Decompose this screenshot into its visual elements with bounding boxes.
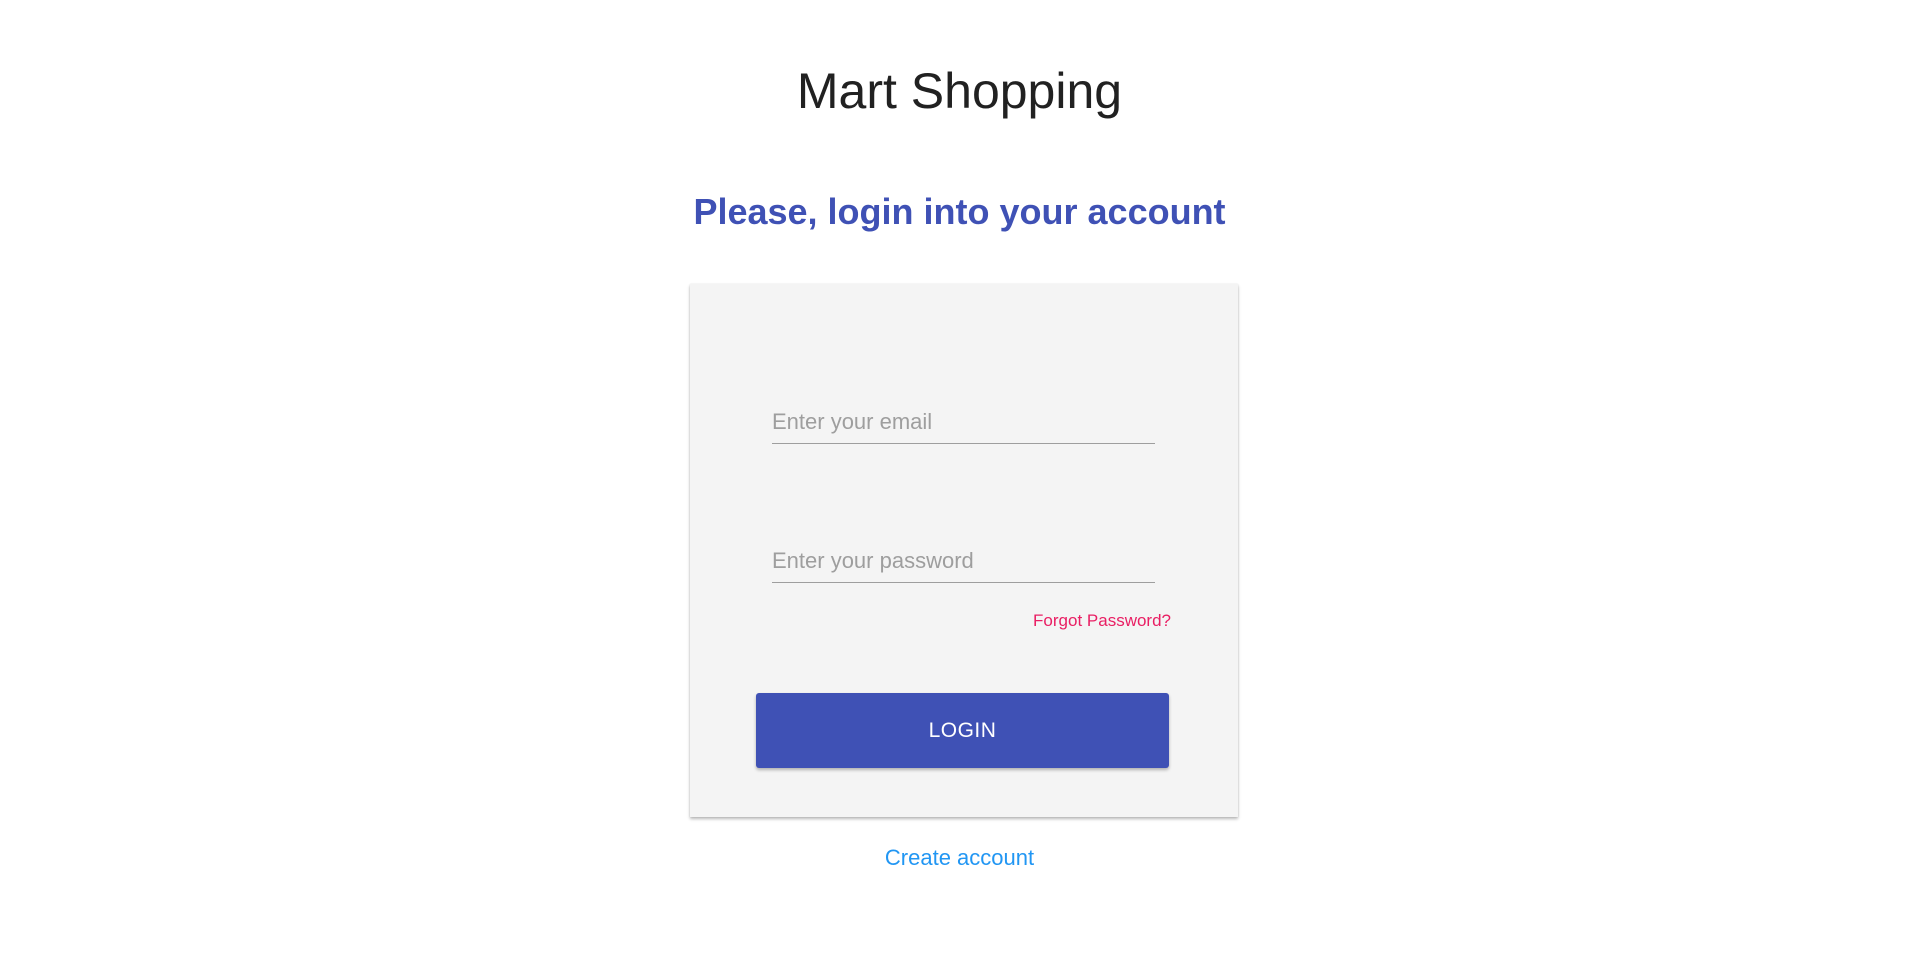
email-input[interactable]	[772, 409, 1155, 435]
login-page: Mart Shopping Please, login into your ac…	[0, 0, 1919, 955]
email-field-container	[772, 394, 1155, 444]
login-button[interactable]: LOGIN	[756, 693, 1169, 768]
login-card: Forgot Password? LOGIN	[690, 284, 1238, 817]
forgot-password-link[interactable]: Forgot Password?	[1033, 611, 1171, 631]
create-account-link[interactable]: Create account	[885, 845, 1034, 870]
create-account-container: Create account	[0, 845, 1919, 871]
password-field-container	[772, 533, 1155, 583]
login-subtitle: Please, login into your account	[693, 191, 1226, 232]
app-title: Mart Shopping	[796, 63, 1123, 119]
password-input[interactable]	[772, 548, 1155, 574]
